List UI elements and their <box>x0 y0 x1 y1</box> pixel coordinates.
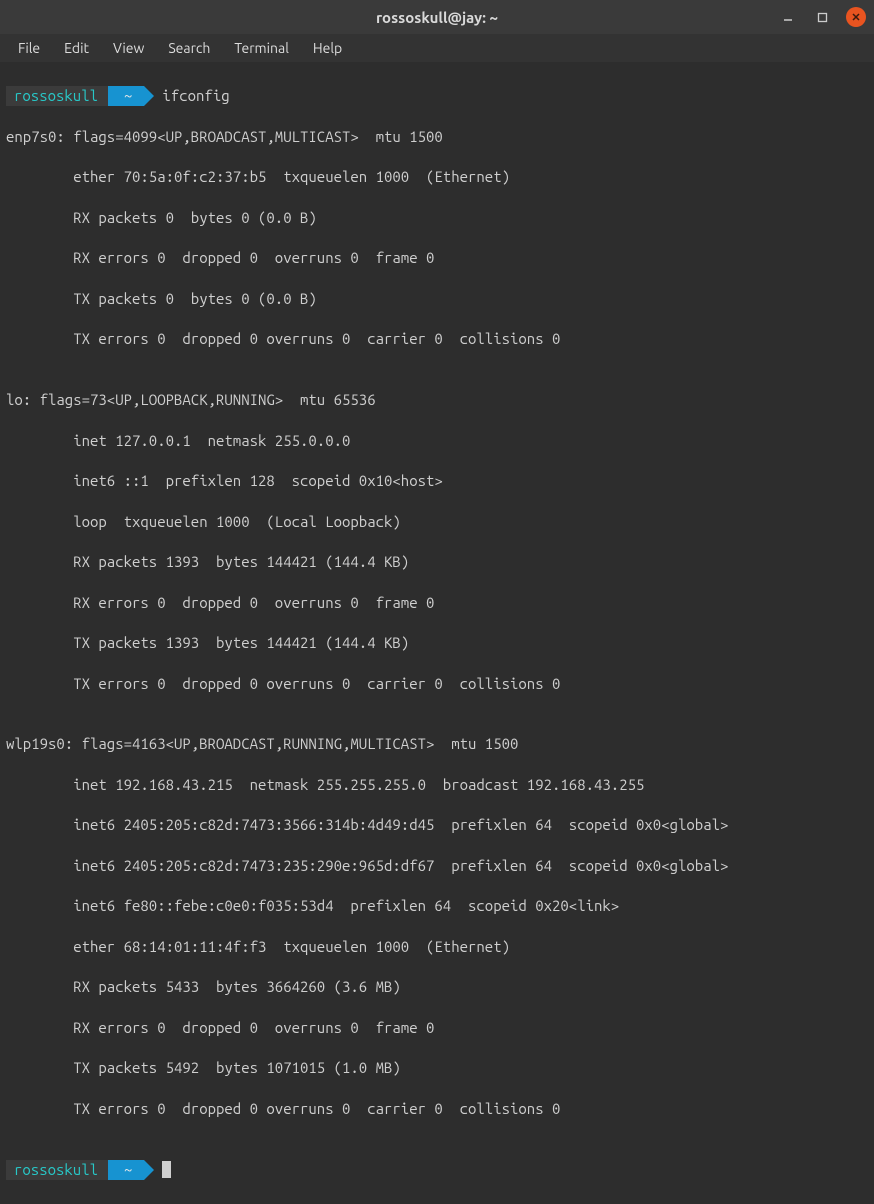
output-line: TX packets 0 bytes 0 (0.0 B) <box>6 289 868 309</box>
output-line: lo: flags=73<UP,LOOPBACK,RUNNING> mtu 65… <box>6 390 868 410</box>
output-line: enp7s0: flags=4099<UP,BROADCAST,MULTICAS… <box>6 127 868 147</box>
window-controls <box>778 7 866 27</box>
cursor-icon <box>162 1161 171 1178</box>
menubar: File Edit View Search Terminal Help <box>0 34 874 62</box>
output-line: inet6 fe80::febe:c0e0:f035:53d4 prefixle… <box>6 896 868 916</box>
output-line: TX errors 0 dropped 0 overruns 0 carrier… <box>6 674 868 694</box>
output-line: RX errors 0 dropped 0 overruns 0 frame 0 <box>6 593 868 613</box>
output-line: TX packets 1393 bytes 144421 (144.4 KB) <box>6 633 868 653</box>
output-line: RX packets 5433 bytes 3664260 (3.6 MB) <box>6 977 868 997</box>
prompt-command: ifconfig <box>162 86 229 106</box>
close-icon[interactable] <box>846 7 866 27</box>
prompt-path: ~ <box>108 1160 144 1180</box>
menu-search[interactable]: Search <box>156 36 222 60</box>
output-line: inet6 2405:205:c82d:7473:3566:314b:4d49:… <box>6 815 868 835</box>
maximize-icon[interactable] <box>812 7 832 27</box>
output-line: inet 127.0.0.1 netmask 255.0.0.0 <box>6 431 868 451</box>
window-title: rossoskull@jay: ~ <box>376 9 498 26</box>
output-line: RX errors 0 dropped 0 overruns 0 frame 0 <box>6 248 868 268</box>
prompt-user: rossoskull <box>6 1160 108 1180</box>
output-line: inet6 ::1 prefixlen 128 scopeid 0x10<hos… <box>6 471 868 491</box>
menu-file[interactable]: File <box>6 36 52 60</box>
output-line: TX packets 5492 bytes 1071015 (1.0 MB) <box>6 1058 868 1078</box>
output-line: wlp19s0: flags=4163<UP,BROADCAST,RUNNING… <box>6 734 868 754</box>
menu-edit[interactable]: Edit <box>52 36 101 60</box>
output-line: ether 68:14:01:11:4f:f3 txqueuelen 1000 … <box>6 937 868 957</box>
output-line: ether 70:5a:0f:c2:37:b5 txqueuelen 1000 … <box>6 167 868 187</box>
prompt-user: rossoskull <box>6 86 108 106</box>
output-line: TX errors 0 dropped 0 overruns 0 carrier… <box>6 1099 868 1119</box>
output-line: RX packets 1393 bytes 144421 (144.4 KB) <box>6 552 868 572</box>
output-line: inet6 2405:205:c82d:7473:235:290e:965d:d… <box>6 856 868 876</box>
prompt-line-2: rossoskull~ <box>6 1160 868 1180</box>
menu-help[interactable]: Help <box>301 36 354 60</box>
menu-terminal[interactable]: Terminal <box>222 36 301 60</box>
output-line: RX errors 0 dropped 0 overruns 0 frame 0 <box>6 1018 868 1038</box>
terminal-area[interactable]: rossoskull~ifconfig enp7s0: flags=4099<U… <box>0 62 874 1204</box>
menu-view[interactable]: View <box>101 36 156 60</box>
minimize-icon[interactable] <box>778 7 798 27</box>
prompt-line-1: rossoskull~ ifconfig <box>6 86 868 106</box>
titlebar[interactable]: rossoskull@jay: ~ <box>0 0 874 34</box>
output-line: inet 192.168.43.215 netmask 255.255.255.… <box>6 775 868 795</box>
output-line: TX errors 0 dropped 0 overruns 0 carrier… <box>6 329 868 349</box>
output-line: loop txqueuelen 1000 (Local Loopback) <box>6 512 868 532</box>
output-line: RX packets 0 bytes 0 (0.0 B) <box>6 208 868 228</box>
prompt-path: ~ <box>108 86 144 106</box>
